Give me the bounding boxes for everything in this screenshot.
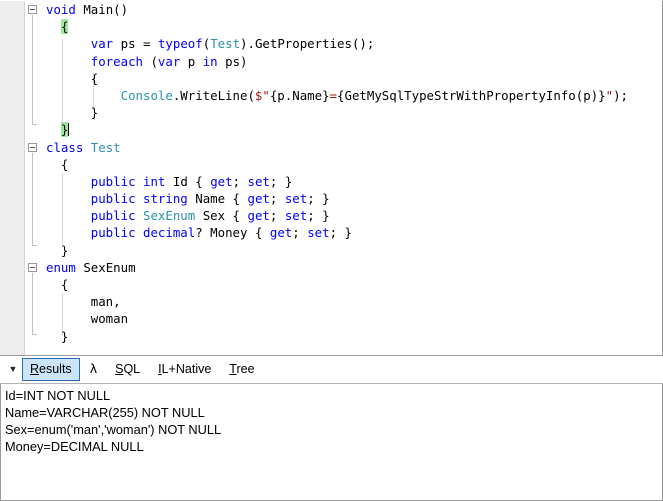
code-editor-pane[interactable]: void Main() { var ps = typeof(Test).GetP… [0,0,663,355]
chevron-down-icon[interactable]: ▼ [4,365,22,374]
code-line[interactable]: public int Id { get; set; } [0,173,662,190]
output-tabstrip: ▼ Results λ SQL IL+Native Tree [0,356,663,383]
result-line: Name=VARCHAR(255) NOT NULL [5,405,205,420]
code-line[interactable]: } [0,104,662,121]
code-line[interactable]: public decimal? Money { get; set; } [0,224,662,241]
result-line: Money=DECIMAL NULL [5,439,144,454]
results-output-pane[interactable]: Id=INT NOT NULL Name=VARCHAR(255) NOT NU… [0,383,663,501]
tab-sql-label: QL [123,362,141,376]
tab-lambda-label: λ [89,361,98,376]
code-line[interactable]: Console.WriteLine($"{p.Name}={GetMySqlTy… [0,87,662,104]
code-line[interactable]: { [0,70,662,87]
code-line[interactable]: var ps = typeof(Test).GetProperties(); [0,35,662,52]
code-line[interactable]: class Test [0,139,662,156]
code-line[interactable]: public string Name { get; set; } [0,190,662,207]
result-line: Id=INT NOT NULL [5,388,111,403]
tab-results-label: esults [39,362,72,376]
code-text-area[interactable]: void Main() { var ps = typeof(Test).GetP… [0,1,662,355]
tab-results[interactable]: Results [22,358,80,381]
code-line[interactable]: enum SexEnum [0,259,662,276]
code-line[interactable]: foreach (var p in ps) [0,53,662,70]
tab-tree[interactable]: Tree [221,358,262,381]
code-line[interactable]: } [0,328,662,345]
code-line[interactable]: { [0,156,662,173]
code-line[interactable]: void Main() [0,1,662,18]
text-caret [68,123,70,137]
tab-lambda[interactable]: λ [82,358,105,381]
code-line[interactable]: } [0,242,662,259]
code-line[interactable]: woman [0,310,662,327]
code-line[interactable]: man, [0,293,662,310]
tab-il-native[interactable]: IL+Native [150,358,219,381]
tab-tree-label: ree [236,362,255,376]
tab-il-native-label: L+Native [161,362,212,376]
code-line[interactable]: public SexEnum Sex { get; set; } [0,207,662,224]
tab-results-accel: R [30,362,40,376]
results-list: Id=INT NOT NULL Name=VARCHAR(255) NOT NU… [1,384,662,455]
result-line: Sex=enum('man','woman') NOT NULL [5,422,222,437]
code-line[interactable]: { [0,276,662,293]
code-line[interactable]: { [0,18,662,35]
tab-sql[interactable]: SQL [107,358,148,381]
code-line[interactable]: } [0,121,662,138]
